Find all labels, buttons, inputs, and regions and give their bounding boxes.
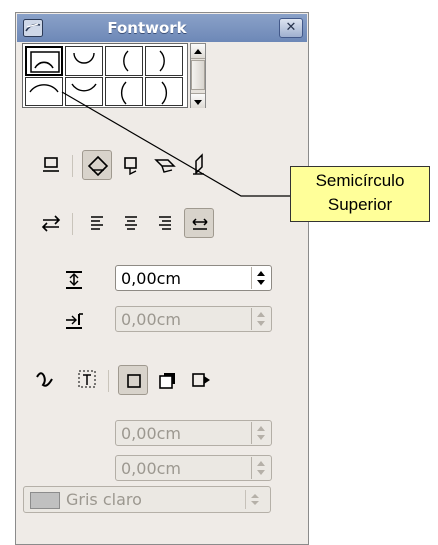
off-button[interactable] xyxy=(36,150,66,180)
spin-arrows-icon xyxy=(257,271,265,285)
shadow-y-spin-arrows[interactable] xyxy=(251,457,270,479)
color-dropdown-arrows[interactable] xyxy=(245,490,264,509)
scroll-thumb[interactable] xyxy=(191,60,205,90)
arrow-down-icon xyxy=(194,100,202,105)
shadow-y-value: 0,00cm xyxy=(121,459,182,478)
gallery-item-circle-left[interactable] xyxy=(105,46,143,76)
toolbar-separator xyxy=(72,213,73,235)
shadow-y-spinbox[interactable]: 0,00cm xyxy=(115,455,272,481)
contour-curve-icon xyxy=(36,372,53,387)
align-left-icon xyxy=(91,216,103,230)
toolbar-separator xyxy=(108,370,109,392)
gallery-item-open-circle-left[interactable] xyxy=(105,77,143,106)
square-shadow-icon xyxy=(159,373,175,389)
gallery-item-circle-right[interactable] xyxy=(145,46,183,76)
spin-arrows-icon xyxy=(257,461,265,475)
rotate-diamond-icon xyxy=(87,155,109,177)
align-left-button[interactable] xyxy=(82,208,112,238)
gallery-item-semicircle-bottom[interactable] xyxy=(65,46,103,76)
contour-button[interactable] xyxy=(30,365,60,395)
slant-shadow-icon xyxy=(192,373,210,387)
gallery-item-open-circle-top[interactable] xyxy=(25,77,63,106)
distance-icon xyxy=(66,271,82,289)
indent-spin-arrows[interactable] xyxy=(251,308,270,330)
shadow-x-value: 0,00cm xyxy=(121,424,182,443)
slant-vertical-icon xyxy=(193,153,204,175)
no-shadow-button[interactable] xyxy=(118,365,148,395)
open-circle-bottom-icon xyxy=(71,83,97,92)
align-center-button[interactable] xyxy=(116,208,146,238)
distance-spinbox[interactable]: 0,00cm xyxy=(115,265,272,291)
slant-shadow-button[interactable] xyxy=(186,365,216,395)
upright-box-icon xyxy=(124,157,137,176)
gallery-item-open-circle-bottom[interactable] xyxy=(65,77,103,106)
scroll-up-button[interactable] xyxy=(191,44,205,59)
arc-left-icon xyxy=(123,50,129,72)
distance-value[interactable]: 0,00cm xyxy=(121,269,181,288)
open-circle-left-icon xyxy=(120,81,127,105)
indent-value: 0,00cm xyxy=(121,310,182,329)
shadow-x-spinbox[interactable]: 0,00cm xyxy=(115,420,272,446)
autosize-button[interactable] xyxy=(184,208,214,238)
indent-spinbox[interactable]: 0,00cm xyxy=(115,306,272,332)
gallery-item-open-circle-right[interactable] xyxy=(145,77,183,106)
open-circle-top-icon xyxy=(29,84,59,93)
gallery-scrollbar[interactable] xyxy=(190,43,206,108)
window-title: Fontwork xyxy=(107,19,187,37)
shadow-color-label: Gris claro xyxy=(66,490,142,509)
color-swatch xyxy=(30,492,60,509)
dropdown-arrows-icon xyxy=(251,494,259,505)
rotate-button[interactable] xyxy=(82,150,112,180)
indent-icon xyxy=(66,313,83,329)
scroll-down-button[interactable] xyxy=(191,93,205,108)
text-contour-button[interactable] xyxy=(72,365,102,395)
spin-arrows-icon xyxy=(257,426,265,440)
arc-bottom-icon xyxy=(73,52,95,64)
align-center-icon xyxy=(125,216,137,230)
align-right-icon xyxy=(159,216,171,230)
align-right-button[interactable] xyxy=(150,208,180,238)
tooltip-line-2: Superior xyxy=(327,195,393,214)
swap-arrows-icon xyxy=(41,215,61,232)
stretch-arrows-icon xyxy=(192,218,208,230)
arc-right-icon xyxy=(159,50,165,72)
spin-arrows-icon xyxy=(257,312,265,326)
orientation-button[interactable] xyxy=(36,208,66,238)
toolbar-separator xyxy=(72,155,73,177)
close-button[interactable]: ✕ xyxy=(279,18,303,38)
underline-box-icon xyxy=(43,157,59,172)
slant-horizontal-icon xyxy=(154,159,176,173)
shadow-color-select[interactable]: Gris claro xyxy=(23,486,271,513)
upright-button[interactable] xyxy=(116,150,146,180)
arrow-up-icon xyxy=(194,49,202,54)
slant-vertical-button[interactable] xyxy=(184,150,214,180)
text-frame-icon xyxy=(78,370,96,388)
distance-spin-arrows[interactable] xyxy=(251,267,270,289)
title-bar[interactable]: Fontwork ✕ xyxy=(17,14,307,42)
gallery-item-semicircle-top[interactable] xyxy=(25,46,63,76)
shadow-x-spin-arrows[interactable] xyxy=(251,422,270,444)
square-icon xyxy=(127,374,141,388)
vertical-shadow-button[interactable] xyxy=(152,365,182,395)
tooltip: Semicírculo Superior xyxy=(290,166,430,222)
shape-gallery xyxy=(22,43,188,108)
open-circle-right-icon xyxy=(161,81,168,105)
arc-top-icon xyxy=(30,51,60,73)
slant-horizontal-button[interactable] xyxy=(150,150,180,180)
tooltip-line-1: Semicírculo xyxy=(315,171,405,190)
